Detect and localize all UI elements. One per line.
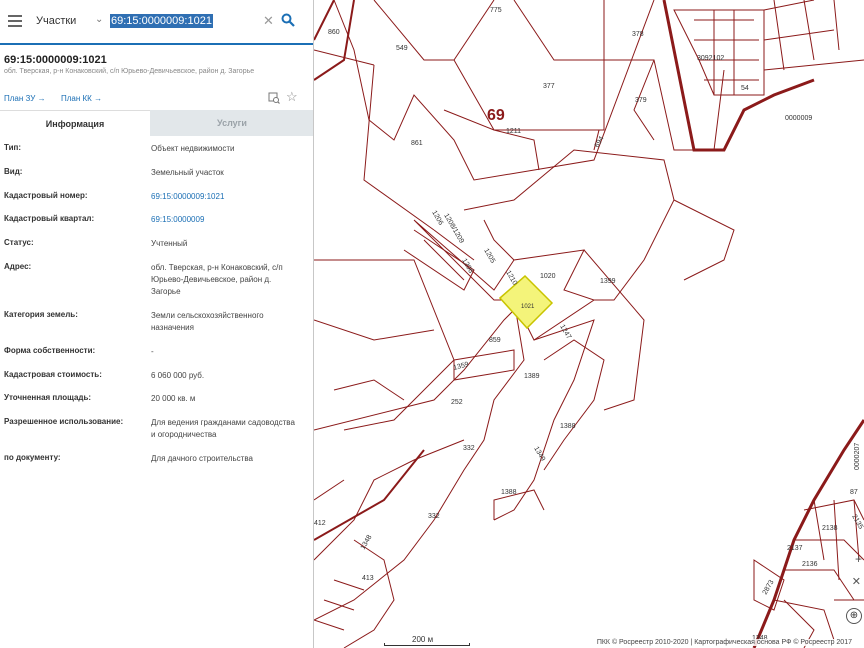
property-label: Категория земель: <box>4 310 78 319</box>
cadastral-number-link[interactable]: 69:15:0000009:1021 <box>151 191 301 203</box>
tab-bar: Информация Услуги <box>0 110 313 136</box>
map-canvas[interactable]: 775 860 549 378 377 379 54 1211 861 694 … <box>314 0 864 648</box>
property-value: Для ведения гражданами садоводства и ого… <box>151 418 295 439</box>
svg-text:3092102: 3092102 <box>697 55 724 62</box>
selected-parcel[interactable] <box>498 274 554 330</box>
tab-services[interactable]: Услуги <box>150 110 313 136</box>
info-panel: Участки ⌄ 69:15:0000009:1021 ✕ 69:15:000… <box>0 0 314 648</box>
svg-text:1247: 1247 <box>558 324 572 341</box>
svg-text:694: 694 <box>594 135 606 149</box>
property-label: Форма собственности: <box>4 346 96 355</box>
svg-text:0000009: 0000009 <box>785 115 812 122</box>
close-icon[interactable]: ✕ <box>263 13 274 29</box>
svg-text:1206: 1206 <box>430 210 444 227</box>
svg-text:2873: 2873 <box>762 579 776 596</box>
svg-text:252: 252 <box>451 399 463 406</box>
arrow-right-icon: → <box>37 94 46 103</box>
svg-text:379: 379 <box>635 97 647 104</box>
svg-text:1348: 1348 <box>360 534 374 551</box>
plan-zu-link[interactable]: План ЗУ → <box>4 94 46 103</box>
svg-text:1388: 1388 <box>501 489 517 496</box>
measure-icon[interactable]: ⊕ <box>846 608 862 624</box>
tab-info[interactable]: Информация <box>0 110 150 136</box>
svg-text:413: 413 <box>362 575 374 582</box>
property-label: Кадастровый квартал: <box>4 214 95 223</box>
svg-text:1210: 1210 <box>504 270 518 287</box>
star-icon[interactable]: ☆ <box>286 89 298 105</box>
property-label: по документу: <box>4 453 61 462</box>
svg-text:1206: 1206 <box>460 258 474 275</box>
property-value: Земли сельскохозяйственного назначения <box>151 311 264 332</box>
property-label: Кадастровый номер: <box>4 191 88 200</box>
svg-text:1021: 1021 <box>521 304 535 310</box>
search-icon[interactable] <box>281 13 295 27</box>
plan-kk-label: План КК <box>61 94 92 103</box>
plan-icon[interactable] <box>268 92 280 104</box>
close-icon[interactable]: ✕ <box>852 575 861 588</box>
svg-text:1349: 1349 <box>532 446 546 463</box>
svg-text:377: 377 <box>543 83 555 90</box>
svg-text:412: 412 <box>314 520 326 527</box>
property-label: Тип: <box>4 143 21 152</box>
chevron-down-icon[interactable]: ⌄ <box>95 14 103 25</box>
property-label: Уточненная площадь: <box>4 393 92 402</box>
cadastral-quarter-link[interactable]: 69:15:0000009 <box>151 214 301 226</box>
svg-text:775: 775 <box>490 7 502 14</box>
svg-text:54: 54 <box>741 85 749 92</box>
plan-zu-label: План ЗУ <box>4 94 36 103</box>
svg-text:1359: 1359 <box>453 361 470 372</box>
svg-text:1205: 1205 <box>482 248 496 265</box>
property-label: Кадастровая стоимость: <box>4 370 102 379</box>
svg-text:1020: 1020 <box>540 273 556 280</box>
svg-text:1208/1209: 1208/1209 <box>442 213 465 245</box>
cadastral-map[interactable]: 775 860 549 378 377 379 54 1211 861 694 … <box>314 0 864 648</box>
property-value: Для дачного строительства <box>151 454 253 463</box>
search-bar: Участки ⌄ 69:15:0000009:1021 ✕ <box>0 0 313 45</box>
search-input[interactable]: 69:15:0000009:1021 <box>110 14 213 28</box>
svg-text:1399: 1399 <box>600 278 616 285</box>
svg-text:860: 860 <box>328 29 340 36</box>
menu-icon[interactable] <box>8 15 22 27</box>
svg-text:2136: 2136 <box>802 561 818 568</box>
svg-text:332: 332 <box>463 445 475 452</box>
property-value: Учтенный <box>151 239 188 248</box>
svg-text:87: 87 <box>850 489 858 496</box>
property-label: Разрешенное использование: <box>4 417 124 426</box>
property-value: 20 000 кв. м <box>151 394 196 403</box>
svg-text:1211: 1211 <box>506 128 521 135</box>
plus-icon[interactable]: + <box>855 552 862 566</box>
property-value: обл. Тверская, р-н Конаковский, с/п Юрье… <box>151 263 283 296</box>
svg-text:1388: 1388 <box>560 423 576 430</box>
property-value: - <box>151 347 154 356</box>
svg-text:332: 332 <box>428 513 440 520</box>
svg-text:0000207: 0000207 <box>854 443 861 470</box>
svg-text:2137: 2137 <box>787 545 803 552</box>
quarter-label: 69 <box>487 107 505 124</box>
scale-label: 200 м <box>412 635 434 644</box>
property-value: Земельный участок <box>151 168 224 177</box>
map-attribution: ПКК © Росреестр 2010-2020 | Картографиче… <box>594 639 854 646</box>
property-label: Вид: <box>4 167 23 176</box>
search-type-select[interactable]: Участки <box>36 15 76 27</box>
svg-text:378: 378 <box>632 31 644 38</box>
svg-text:2138: 2138 <box>822 525 838 532</box>
object-subtitle: обл. Тверская, р-н Конаковский, с/п Юрье… <box>4 68 255 75</box>
svg-text:1389: 1389 <box>524 373 540 380</box>
svg-text:859: 859 <box>489 337 501 344</box>
svg-text:861: 861 <box>411 140 423 147</box>
plan-kk-link[interactable]: План КК → <box>61 94 102 103</box>
property-value: 6 060 000 руб. <box>151 371 205 380</box>
object-title: 69:15:0000009:1021 <box>4 54 107 66</box>
property-label: Статус: <box>4 238 34 247</box>
property-value: Объект недвижимости <box>151 144 235 153</box>
property-label: Адрес: <box>4 262 32 271</box>
app-root: Участки ⌄ 69:15:0000009:1021 ✕ 69:15:000… <box>0 0 864 648</box>
arrow-right-icon: → <box>94 94 103 103</box>
svg-text:549: 549 <box>396 45 408 52</box>
